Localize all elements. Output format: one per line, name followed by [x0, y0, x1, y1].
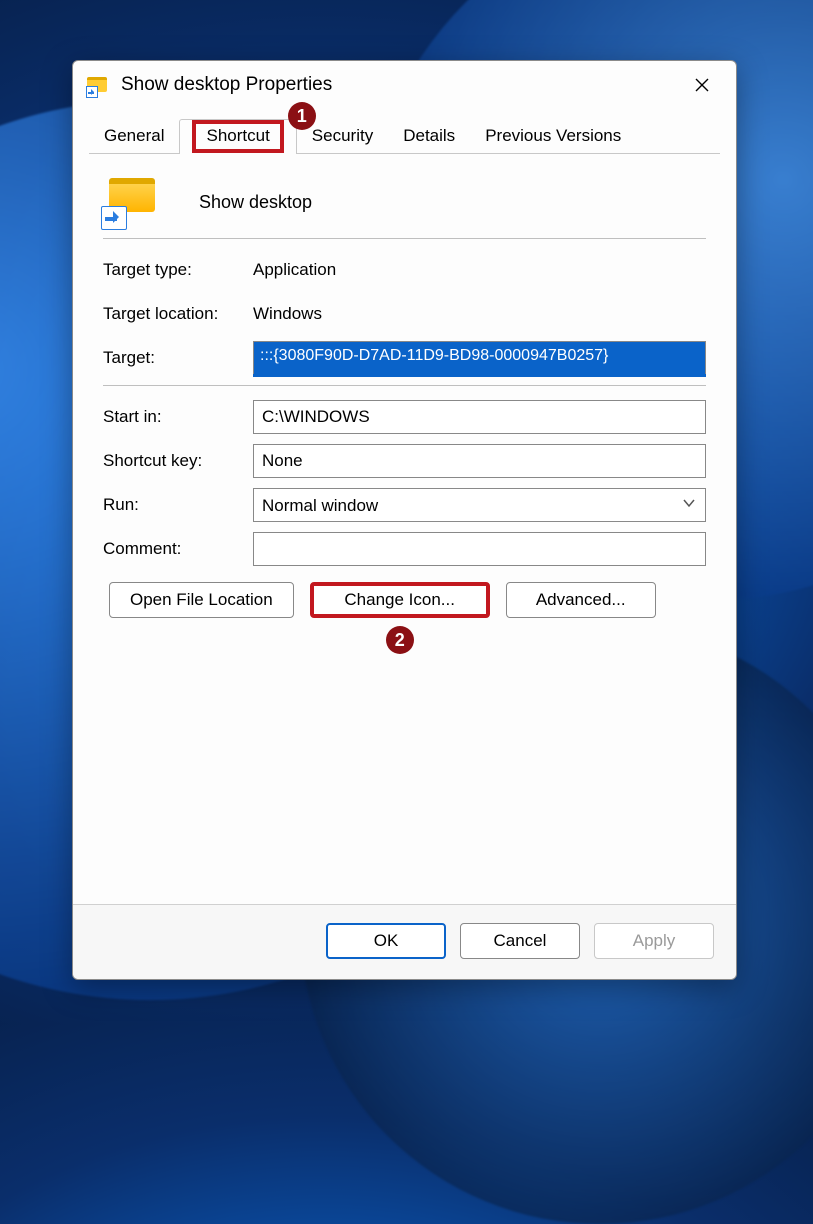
start-in-label: Start in: — [103, 407, 253, 427]
target-selection-highlight: :::{3080F90D-D7AD-11D9-BD98-0000947B0257… — [254, 342, 705, 374]
target-type-value: Application — [253, 260, 706, 280]
tab-strip: General Shortcut 1 Security Details Prev… — [73, 109, 736, 154]
separator — [103, 238, 706, 239]
target-type-label: Target type: — [103, 260, 253, 280]
close-button[interactable] — [680, 69, 724, 101]
annotation-highlight-shortcut: Shortcut — [192, 120, 283, 153]
titlebar: Show desktop Properties — [73, 61, 736, 109]
shortcut-name: Show desktop — [199, 192, 312, 213]
close-icon — [694, 77, 710, 93]
target-label: Target: — [103, 348, 253, 368]
shortcut-folder-icon — [87, 73, 111, 97]
tab-previous-versions[interactable]: Previous Versions — [470, 119, 636, 154]
tab-shortcut-label: Shortcut — [206, 126, 269, 145]
shortcut-large-icon — [103, 176, 163, 228]
run-label: Run: — [103, 495, 253, 515]
tab-shortcut[interactable]: Shortcut 1 — [179, 119, 296, 154]
comment-label: Comment: — [103, 539, 253, 559]
separator — [103, 385, 706, 386]
annotation-callout-2: 2 — [386, 626, 414, 654]
comment-input[interactable] — [253, 532, 706, 566]
shortcut-key-label: Shortcut key: — [103, 451, 253, 471]
dialog-footer: OK Cancel Apply — [73, 904, 736, 979]
start-in-input[interactable] — [253, 400, 706, 434]
open-file-location-button[interactable]: Open File Location — [109, 582, 294, 618]
target-focus-underline — [253, 374, 706, 377]
action-button-row: Open File Location Change Icon... 2 Adva… — [103, 582, 706, 618]
tab-details[interactable]: Details — [388, 119, 470, 154]
properties-dialog: Show desktop Properties General Shortcut… — [72, 60, 737, 980]
ok-button[interactable]: OK — [326, 923, 446, 959]
annotation-callout-1: 1 — [288, 102, 316, 130]
change-icon-wrap: Change Icon... 2 — [310, 582, 490, 618]
target-field-wrap: :::{3080F90D-D7AD-11D9-BD98-0000947B0257… — [253, 341, 706, 375]
tab-content-shortcut: Show desktop Target type: Application Ta… — [73, 154, 736, 904]
change-icon-button[interactable]: Change Icon... — [310, 582, 490, 618]
cancel-button[interactable]: Cancel — [460, 923, 580, 959]
run-select[interactable]: Normal window — [253, 488, 706, 522]
window-title: Show desktop Properties — [121, 74, 680, 96]
advanced-button[interactable]: Advanced... — [506, 582, 656, 618]
shortcut-key-input[interactable] — [253, 444, 706, 478]
tab-general[interactable]: General — [89, 119, 179, 154]
apply-button[interactable]: Apply — [594, 923, 714, 959]
target-location-value: Windows — [253, 304, 706, 324]
target-location-label: Target location: — [103, 304, 253, 324]
